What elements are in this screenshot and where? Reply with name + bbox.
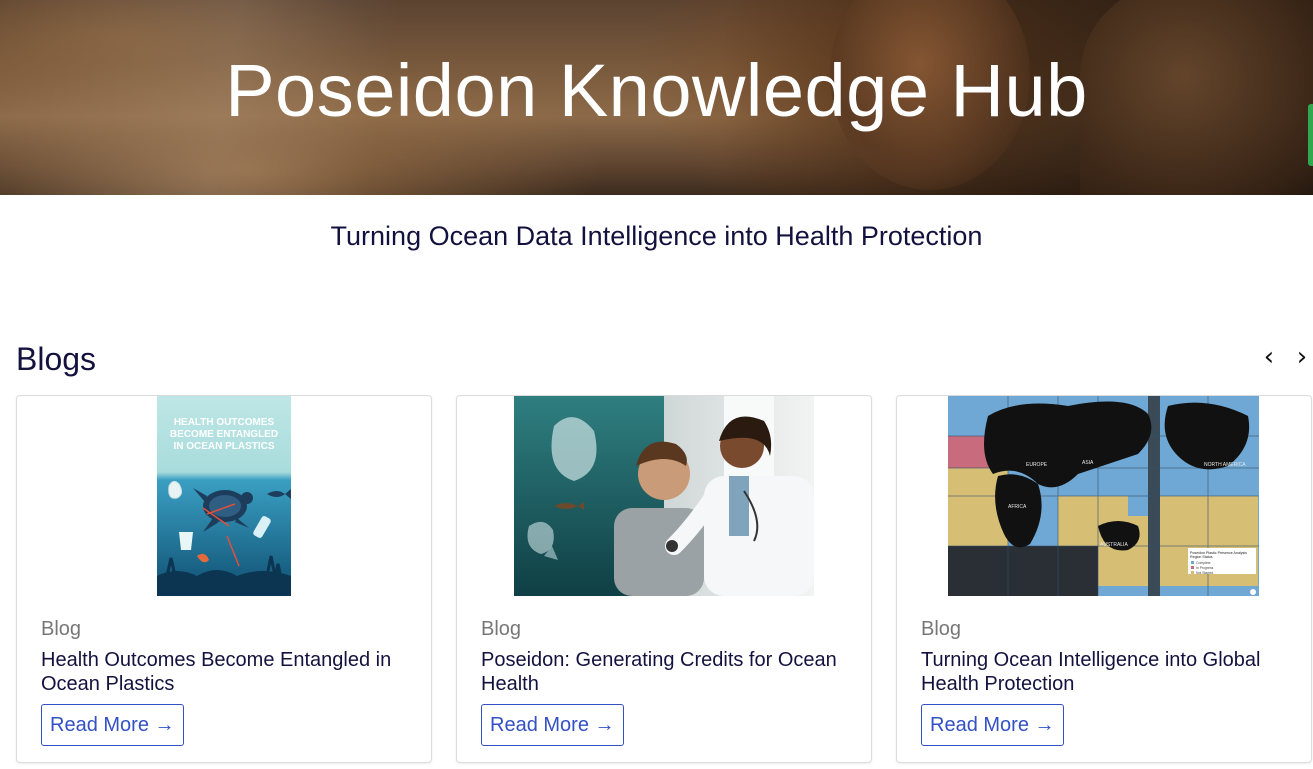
thumb-text-line-2: BECOME ENTANGLED xyxy=(170,429,278,440)
blog-tag: Blog xyxy=(481,618,522,640)
read-more-button[interactable]: Read More → xyxy=(481,704,624,746)
map-legend-subtitle: Region Status xyxy=(1190,555,1213,559)
blog-card[interactable]: Blog Poseidon: Generating Credits for Oc… xyxy=(456,395,872,763)
map-legend-in-progress: In Progress xyxy=(1196,566,1214,570)
hero-banner: Poseidon Knowledge Hub xyxy=(0,0,1313,195)
read-more-button[interactable]: Read More → xyxy=(41,704,184,746)
carousel-next-button[interactable]: › xyxy=(1291,342,1313,372)
page-title: Poseidon Knowledge Hub xyxy=(225,49,1088,132)
blog-title[interactable]: Poseidon: Generating Credits for Ocean H… xyxy=(481,648,851,696)
ocean-plastics-illustration: HEALTH OUTCOMES BECOME ENTANGLED IN OCEA… xyxy=(157,396,291,596)
thumb-text-line-1: HEALTH OUTCOMES xyxy=(174,417,275,428)
map-label-asia: ASIA xyxy=(1082,460,1094,466)
doctor-child-photo xyxy=(514,396,814,596)
map-label-north-america: NORTH AMERICA xyxy=(1204,462,1246,468)
blog-thumbnail-ocean-plastics[interactable]: HEALTH OUTCOMES BECOME ENTANGLED IN OCEA… xyxy=(157,396,291,596)
map-label-europe: EUROPE xyxy=(1026,462,1048,468)
blog-tag: Blog xyxy=(41,618,82,640)
carousel-prev-button[interactable]: ‹ xyxy=(1258,342,1280,372)
map-legend-not-started: Not Started xyxy=(1196,571,1213,575)
plastic-presence-world-map: EUROPE ASIA AFRICA NORTH AMERICA AUSTRAL… xyxy=(948,396,1259,596)
blog-thumbnail-world-map[interactable]: EUROPE ASIA AFRICA NORTH AMERICA AUSTRAL… xyxy=(948,396,1259,596)
blogs-header: Blogs ‹ › xyxy=(16,338,1313,384)
map-label-australia: AUSTRALIA xyxy=(1100,542,1128,548)
blog-thumbnail-doctor-child[interactable] xyxy=(514,396,814,596)
blog-card[interactable]: EUROPE ASIA AFRICA NORTH AMERICA AUSTRAL… xyxy=(896,395,1312,763)
map-legend-complete: Complete xyxy=(1196,561,1211,565)
blog-title[interactable]: Health Outcomes Become Entangled in Ocea… xyxy=(41,648,411,696)
blog-tag: Blog xyxy=(921,618,962,640)
blogs-section-title: Blogs xyxy=(16,341,97,377)
blog-title[interactable]: Turning Ocean Intelligence into Global H… xyxy=(921,648,1291,696)
page-subtitle: Turning Ocean Data Intelligence into Hea… xyxy=(330,221,983,251)
map-label-africa: AFRICA xyxy=(1008,504,1027,510)
read-more-button[interactable]: Read More → xyxy=(921,704,1064,746)
blog-card[interactable]: HEALTH OUTCOMES BECOME ENTANGLED IN OCEA… xyxy=(16,395,432,763)
thumb-text-line-3: IN OCEAN PLASTICS xyxy=(173,441,274,452)
